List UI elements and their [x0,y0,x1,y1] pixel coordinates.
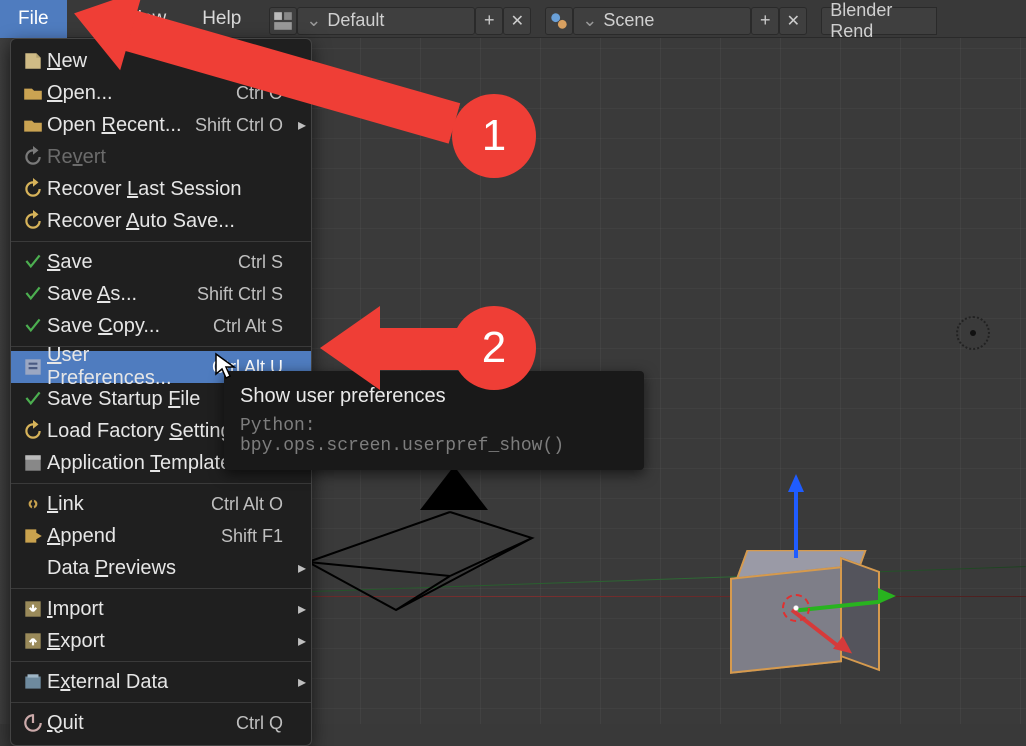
plus-icon: + [484,10,495,31]
tooltip: Show user preferences Python: bpy.ops.sc… [224,371,644,470]
menu-item-label: Save Startup File [47,388,237,411]
menu-item-label: External Data [47,671,283,694]
scene-icon[interactable] [545,7,573,35]
annotation-badge-2: 2 [452,306,536,390]
scene-close-button[interactable]: ✕ [779,7,807,35]
menu-item-label: Revert [47,146,283,169]
menu-item-label: Quit [47,712,236,735]
menu-item-shortcut: Shift F1 [221,526,293,547]
revert-icon [19,143,47,171]
chevron-right-icon: ▸ [293,599,311,619]
app-icon [19,449,47,477]
prefs-icon [19,353,47,381]
menu-file[interactable]: File [0,0,67,38]
chevron-right-icon: ▸ [293,115,311,135]
menu-item-save-as[interactable]: Save As...Shift Ctrl S [11,278,311,310]
save-icon [19,280,47,308]
quit-icon [19,709,47,737]
renderer-label: Blender Rend [830,0,928,42]
import-icon [19,595,47,623]
menu-item-label: Recover Last Session [47,178,283,201]
chevron-right-icon: ▸ [293,672,311,692]
scene-add-button[interactable]: + [751,7,779,35]
menu-item-export[interactable]: Export ▸ [11,625,311,657]
menu-item-shortcut: Ctrl S [238,252,293,273]
layout-close-button[interactable]: ✕ [503,7,531,35]
none-icon [19,554,47,582]
lamp-object[interactable] [956,316,990,350]
menu-item-shortcut: Ctrl Alt O [211,494,293,515]
layout-icon[interactable] [269,7,297,35]
menu-item-open-recent[interactable]: Open Recent...Shift Ctrl O▸ [11,109,311,141]
menu-item-shortcut: Shift Ctrl S [197,284,293,305]
tooltip-title: Show user preferences [240,385,628,408]
menu-item-shortcut: Ctrl Alt S [213,316,293,337]
layout-label: Default [327,10,384,31]
menu-item-save-copy[interactable]: Save Copy...Ctrl Alt S [11,310,311,342]
external-icon [19,668,47,696]
append-icon [19,522,47,550]
menu-item-label: Data Previews [47,557,283,580]
scene-selector[interactable]: ⌄ Scene [573,7,751,35]
menu-item-label: Open... [47,82,236,105]
annotation-badge-1: 1 [452,94,536,178]
export-icon [19,627,47,655]
recover-icon [19,175,47,203]
plus-icon: + [760,10,771,31]
menu-item-label: Append [47,525,221,548]
menu-item-revert: Revert [11,141,311,173]
menu-item-external-data[interactable]: External Data ▸ [11,666,311,698]
link-icon [19,490,47,518]
open-icon [19,79,47,107]
menu-item-label: Import [47,598,283,621]
menu-item-append[interactable]: AppendShift F1 [11,520,311,552]
menu-item-save[interactable]: SaveCtrl S [11,246,311,278]
menu-item-label: Open Recent... [47,114,195,137]
menu-item-shortcut: Shift Ctrl O [195,115,293,136]
menu-item-shortcut: Ctrl Q [236,713,293,734]
layout-add-button[interactable]: + [475,7,503,35]
chevron-right-icon: ▸ [293,631,311,651]
open-icon [19,111,47,139]
menu-item-label: Save Copy... [47,315,213,338]
menu-item-label: Export [47,630,283,653]
close-icon: ✕ [787,11,800,31]
new-icon [19,47,47,75]
3d-cursor-icon [782,594,810,622]
save-icon [19,385,47,413]
menu-item-label: Link [47,493,211,516]
menu-item-recover-auto-save[interactable]: Recover Auto Save... [11,205,311,237]
recover-icon [19,207,47,235]
menu-item-import[interactable]: Import ▸ [11,593,311,625]
menu-item-data-previews[interactable]: Data Previews ▸ [11,552,311,584]
menu-item-label: Save [47,251,238,274]
menu-item-quit[interactable]: QuitCtrl Q [11,707,311,739]
factory-icon [19,417,47,445]
scene-label: Scene [603,10,654,31]
menu-item-label: Recover Auto Save... [47,210,283,233]
close-icon: ✕ [511,11,524,31]
save-icon [19,312,47,340]
tooltip-python: Python: bpy.ops.screen.userpref_show() [240,416,628,456]
save-icon [19,248,47,276]
menu-item-link[interactable]: LinkCtrl Alt O [11,488,311,520]
render-engine-selector[interactable]: Blender Rend [821,7,937,35]
chevron-right-icon: ▸ [293,558,311,578]
menu-item-label: Save As... [47,283,197,306]
menu-item-recover-last-session[interactable]: Recover Last Session [11,173,311,205]
layout-selector[interactable]: ⌄ Default [297,7,475,35]
